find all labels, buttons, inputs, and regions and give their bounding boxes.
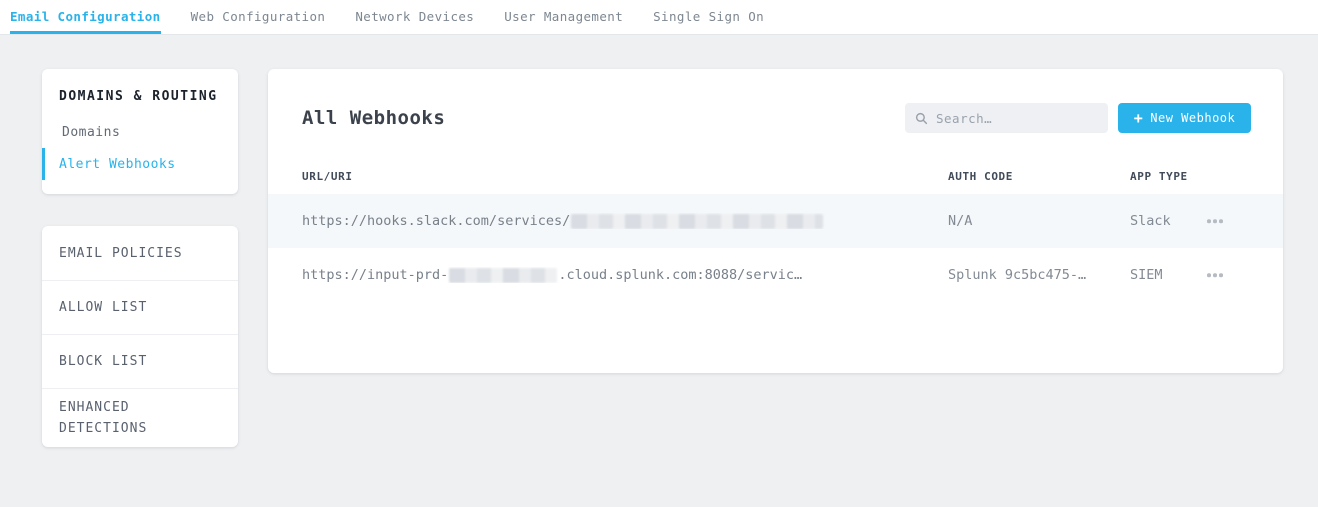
sidebar-item-email-policies[interactable]: EMAIL POLICIES [42,226,238,280]
redacted-url-segment [449,268,557,283]
app-type-cell: SIEM [1130,267,1200,283]
redacted-url-segment [571,214,823,229]
ellipsis-dot [1219,273,1223,277]
ellipsis-dot [1213,219,1217,223]
tab-user-management[interactable]: User Management [504,0,623,34]
table-row: https://hooks.slack.com/services/ N/A Sl… [268,194,1283,248]
url-text: https://input-prd- [302,267,448,283]
webhooks-panel: All Webhooks + New Webhook URL/URI AUTH … [268,69,1283,373]
row-actions-ellipsis-button[interactable] [1203,213,1227,229]
column-header-auth-code: AUTH CODE [948,170,1013,183]
auth-code-cell: Splunk 9c5bc475-… [948,267,1118,283]
ellipsis-dot [1213,273,1217,277]
tab-single-sign-on[interactable]: Single Sign On [653,0,764,34]
auth-code-cell: N/A [948,213,1118,229]
sidebar-item-domains[interactable]: Domains [42,116,238,148]
table-body: https://hooks.slack.com/services/ N/A Sl… [268,194,1283,302]
plus-icon: + [1134,111,1144,126]
top-nav: Email Configuration Web Configuration Ne… [0,0,1318,35]
app-type-cell: Slack [1130,213,1200,229]
url-cell: https://hooks.slack.com/services/ [302,213,928,229]
page-title: All Webhooks [302,107,445,129]
row-actions-ellipsis-button[interactable] [1203,267,1227,283]
sidebar-item-label: ENHANCED DETECTIONS [59,397,199,439]
sidebar-domains-routing-card: DOMAINS & ROUTING Domains Alert Webhooks [42,69,238,194]
ellipsis-dot [1219,219,1223,223]
sidebar-item-allow-list[interactable]: ALLOW LIST [42,280,238,334]
tab-network-devices[interactable]: Network Devices [355,0,474,34]
search-box[interactable] [905,103,1108,133]
url-text: https://hooks.slack.com/services/ [302,213,570,229]
table-header: URL/URI AUTH CODE APP TYPE [268,170,1283,190]
tab-email-configuration[interactable]: Email Configuration [10,0,161,34]
search-icon [915,112,928,125]
app-screen: Email Configuration Web Configuration Ne… [0,0,1318,507]
new-webhook-button[interactable]: + New Webhook [1118,103,1251,133]
sidebar-group-title: DOMAINS & ROUTING [59,89,238,104]
tab-web-configuration[interactable]: Web Configuration [191,0,326,34]
column-header-app-type: APP TYPE [1130,170,1188,183]
ellipsis-dot [1207,273,1211,277]
ellipsis-dot [1207,219,1211,223]
column-header-url: URL/URI [302,170,353,183]
sidebar-item-alert-webhooks[interactable]: Alert Webhooks [42,148,238,180]
search-input[interactable] [936,111,1098,126]
url-text-suffix: .cloud.splunk.com:8088/servic… [558,267,802,283]
sidebar-policies-card: EMAIL POLICIES ALLOW LIST BLOCK LIST ENH… [42,226,238,447]
table-row: https://input-prd- .cloud.splunk.com:808… [268,248,1283,302]
sidebar-item-block-list[interactable]: BLOCK LIST [42,334,238,388]
new-webhook-button-label: New Webhook [1150,111,1235,125]
url-cell: https://input-prd- .cloud.splunk.com:808… [302,267,928,283]
sidebar-item-enhanced-detections[interactable]: ENHANCED DETECTIONS [42,388,238,447]
